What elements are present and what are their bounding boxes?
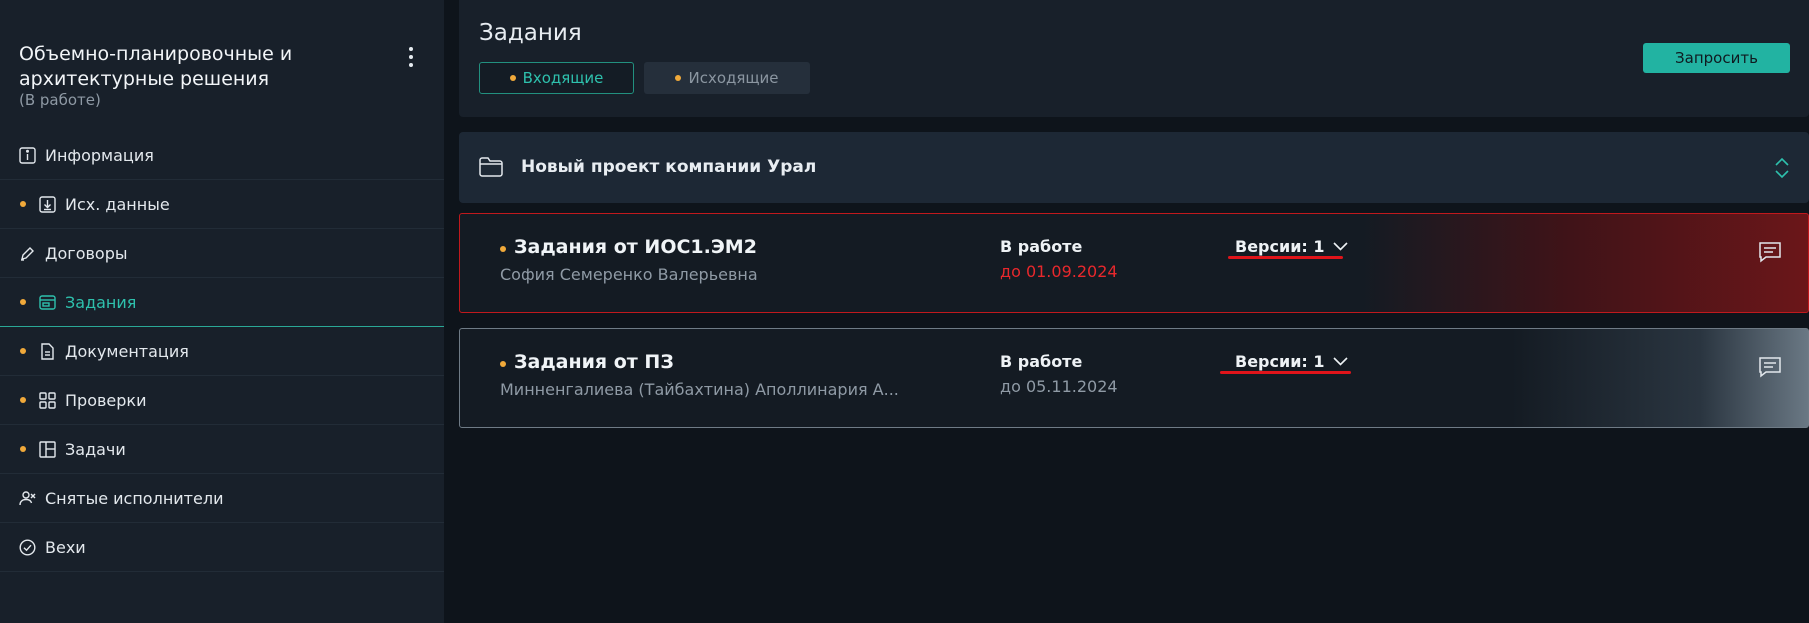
tab-outgoing[interactable]: Исходящие bbox=[644, 62, 810, 94]
task-card[interactable]: Задания от ПЗ Минненгалиева (Тайбахтина)… bbox=[459, 328, 1809, 428]
notification-dot bbox=[20, 299, 26, 305]
sidebar-item-documentation[interactable]: Документация bbox=[0, 327, 444, 376]
sidebar-item-tasks-assignments[interactable]: Задания bbox=[0, 278, 444, 327]
sidebar-item-label: Задачи bbox=[65, 440, 126, 459]
user-remove-icon bbox=[19, 491, 36, 506]
document-icon bbox=[41, 343, 54, 360]
sidebar-item-label: Договоры bbox=[45, 244, 128, 263]
window-icon bbox=[39, 295, 56, 310]
folder-icon bbox=[479, 157, 503, 177]
task-assignee: Минненгалиева (Тайбахтина) Аполлинария А… bbox=[500, 380, 899, 399]
notification-dot bbox=[509, 75, 516, 81]
annotation-underline bbox=[1220, 371, 1351, 374]
layout-icon bbox=[39, 441, 56, 458]
sidebar-menu: Информация Исх. данные Договоры Задания … bbox=[0, 131, 444, 572]
grid-icon bbox=[39, 392, 56, 409]
sidebar-item-label: Снятые исполнители bbox=[45, 489, 224, 508]
task-deadline: до 01.09.2024 bbox=[1000, 262, 1118, 281]
expand-collapse-icon[interactable] bbox=[1772, 156, 1792, 180]
annotation-underline bbox=[1228, 256, 1343, 259]
notification-dot bbox=[20, 446, 26, 452]
notification-dot bbox=[675, 75, 682, 81]
check-circle-icon bbox=[19, 539, 36, 556]
versions-label: Версии: 1 bbox=[1235, 237, 1325, 256]
request-button[interactable]: Запросить bbox=[1643, 43, 1790, 73]
task-deadline: до 05.11.2024 bbox=[1000, 377, 1118, 396]
sidebar-item-info[interactable]: Информация bbox=[0, 131, 444, 180]
sidebar-item-label: Информация bbox=[45, 146, 154, 165]
sidebar-item-milestones[interactable]: Вехи bbox=[0, 523, 444, 572]
task-status: В работе bbox=[1000, 352, 1083, 371]
task-title: Задания от ПЗ bbox=[514, 351, 674, 373]
tab-label: Исходящие bbox=[688, 69, 779, 87]
notification-dot bbox=[20, 201, 26, 207]
chevron-down-icon bbox=[1332, 242, 1348, 251]
versions-dropdown[interactable]: Версии: 1 bbox=[1235, 352, 1348, 371]
comment-icon[interactable] bbox=[1758, 241, 1782, 263]
comment-icon[interactable] bbox=[1758, 356, 1782, 378]
kebab-menu-icon[interactable] bbox=[403, 44, 419, 70]
download-icon bbox=[39, 196, 56, 213]
notification-dot bbox=[20, 397, 26, 403]
sidebar-item-removed-executors[interactable]: Снятые исполнители bbox=[0, 474, 444, 523]
sidebar-item-label: Документация bbox=[65, 342, 189, 361]
sidebar-item-checks[interactable]: Проверки bbox=[0, 376, 444, 425]
chevron-down-icon bbox=[1332, 357, 1348, 366]
sidebar-item-label: Задания bbox=[65, 293, 137, 312]
notification-dot bbox=[500, 246, 506, 252]
tab-incoming[interactable]: Входящие bbox=[479, 62, 634, 94]
header-panel: Задания Входящие Исходящие Запросить bbox=[459, 0, 1809, 117]
project-status: (В работе) bbox=[19, 91, 101, 109]
task-assignee: София Семеренко Валерьевна bbox=[500, 265, 758, 284]
sidebar-item-label: Исх. данные bbox=[65, 195, 170, 214]
versions-dropdown[interactable]: Версии: 1 bbox=[1235, 237, 1348, 256]
task-title: Задания от ИОС1.ЭМ2 bbox=[514, 236, 757, 258]
tab-label: Входящие bbox=[522, 69, 604, 87]
task-status: В работе bbox=[1000, 237, 1083, 256]
page-title: Задания bbox=[479, 20, 582, 46]
notification-dot bbox=[500, 361, 506, 367]
project-row[interactable]: Новый проект компании Урал bbox=[459, 132, 1809, 203]
sidebar-item-label: Проверки bbox=[65, 391, 147, 410]
project-name: Новый проект компании Урал bbox=[521, 157, 817, 177]
info-icon bbox=[19, 147, 36, 164]
sidebar-item-label: Вехи bbox=[45, 538, 86, 557]
sidebar-item-tasks[interactable]: Задачи bbox=[0, 425, 444, 474]
project-title: Объемно-планировочные и архитектурные ре… bbox=[19, 43, 293, 90]
notification-dot bbox=[20, 348, 26, 354]
pen-icon bbox=[21, 247, 34, 261]
sidebar-item-contracts[interactable]: Договоры bbox=[0, 229, 444, 278]
sidebar-item-source-data[interactable]: Исх. данные bbox=[0, 180, 444, 229]
task-card[interactable]: Задания от ИОС1.ЭМ2 София Семеренко Вале… bbox=[459, 213, 1809, 313]
sidebar: Объемно-планировочные и архитектурные ре… bbox=[0, 0, 444, 623]
versions-label: Версии: 1 bbox=[1235, 352, 1325, 371]
